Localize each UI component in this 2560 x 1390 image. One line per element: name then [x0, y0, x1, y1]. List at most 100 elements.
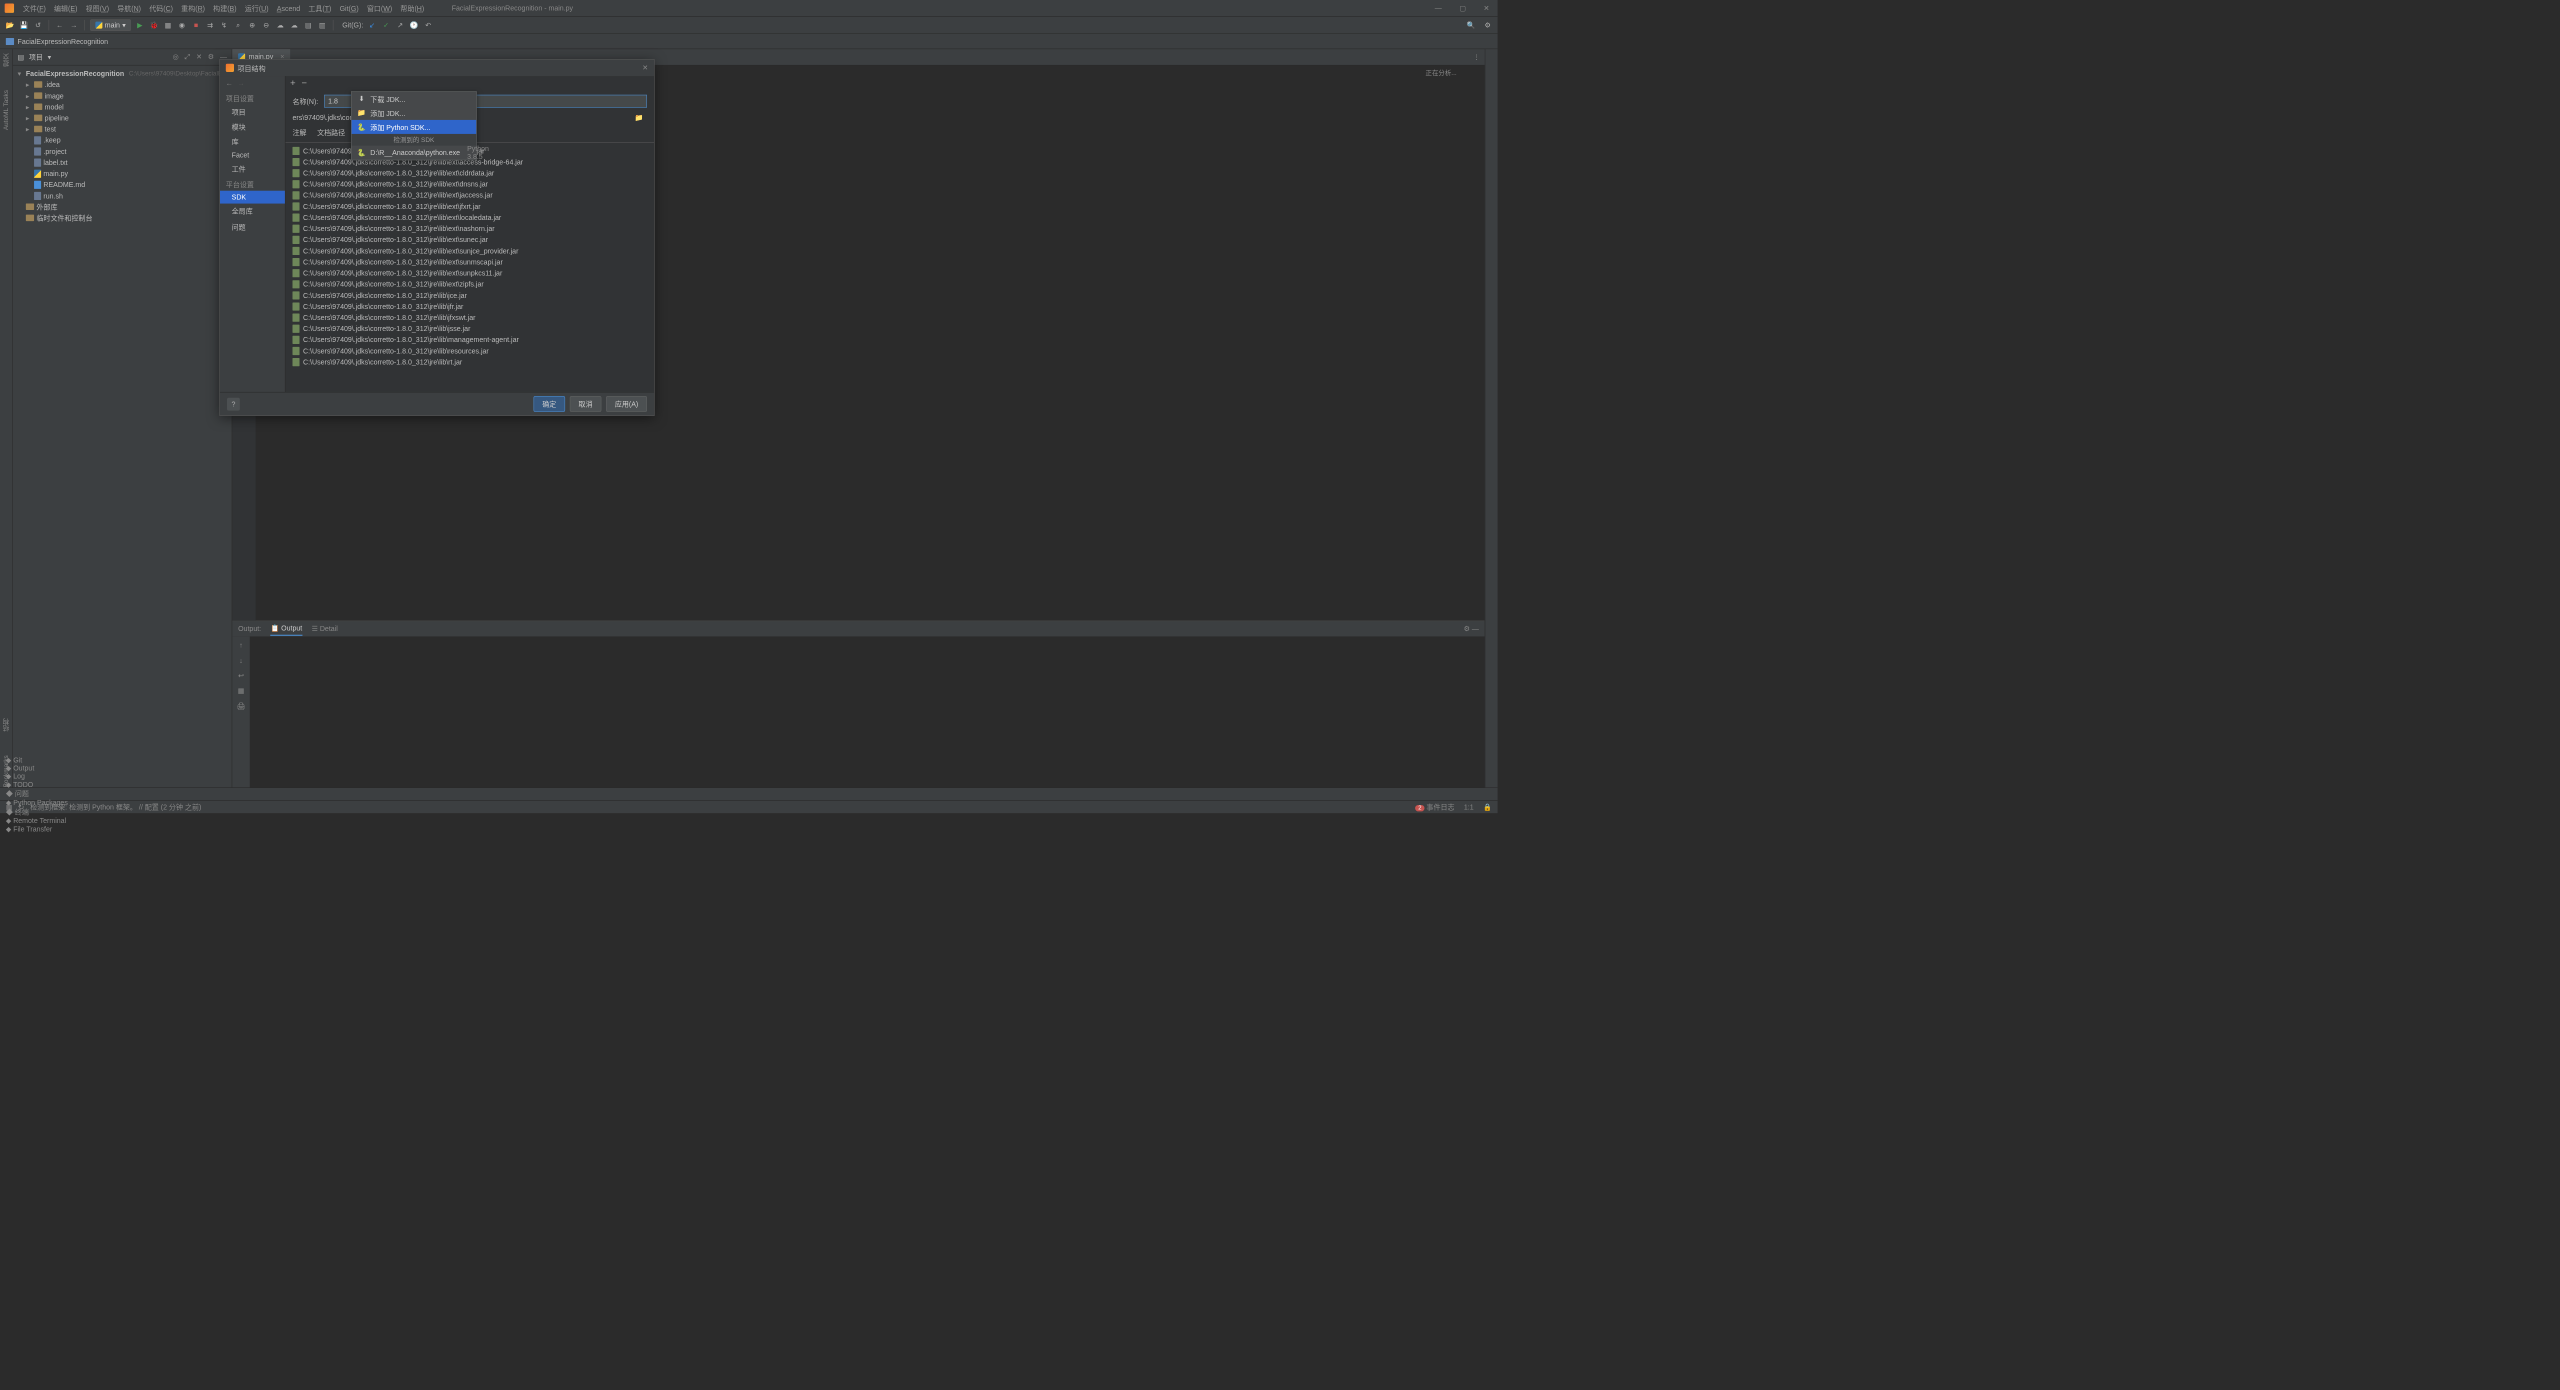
- detected-sdk-item[interactable]: 🐍 D:\R__Anaconda\python.exe Python 3.8.5: [352, 146, 477, 160]
- back-icon[interactable]: ←: [54, 20, 65, 31]
- tree-row[interactable]: ▸pipeline: [13, 112, 232, 123]
- print-icon[interactable]: 🖨: [237, 702, 246, 710]
- tb-icon-3[interactable]: ⌕: [233, 20, 244, 31]
- jar-row[interactable]: C:\Users\97409\.jdks\corretto-1.8.0_312\…: [293, 256, 648, 267]
- tool-windows-icon[interactable]: ▦: [6, 803, 13, 811]
- git-update-icon[interactable]: ↙: [367, 20, 378, 31]
- collapse-all-icon[interactable]: ✕: [196, 53, 202, 62]
- output-tab-detail[interactable]: ☰ Detail: [312, 622, 338, 635]
- help-icon[interactable]: ?: [227, 398, 240, 411]
- sidebar-item[interactable]: 项目: [220, 105, 285, 120]
- git-commit-icon[interactable]: ✓: [381, 20, 392, 31]
- jar-row[interactable]: C:\Users\97409\.jdks\corretto-1.8.0_312\…: [293, 345, 648, 356]
- gear-icon[interactable]: ⚙: [208, 53, 214, 62]
- tool-window-File Transfer[interactable]: ◆ File Transfer: [6, 825, 68, 833]
- bookmarks-tab[interactable]: Bookmarks: [3, 755, 10, 787]
- tb-icon-1[interactable]: ⇉: [205, 20, 216, 31]
- tab-docs[interactable]: 文档路径: [317, 128, 345, 140]
- editor-menu-icon[interactable]: ⋮: [1473, 53, 1480, 61]
- menu-Ascend[interactable]: Ascend: [273, 4, 305, 12]
- tree-row[interactable]: ▸model: [13, 101, 232, 112]
- tool-window-Log[interactable]: ◆ Log: [6, 772, 68, 780]
- tree-row[interactable]: .project: [13, 146, 232, 157]
- tb-icon-9[interactable]: ▥: [317, 20, 328, 31]
- menu-T[interactable]: 工具(T): [304, 4, 335, 12]
- stop-icon[interactable]: ■: [191, 20, 202, 31]
- close-icon[interactable]: ✕: [1480, 4, 1493, 12]
- tree-row[interactable]: main.py: [13, 168, 232, 179]
- tb-icon-4[interactable]: ⊕: [247, 20, 258, 31]
- filter-icon[interactable]: ▦: [238, 687, 245, 695]
- breadcrumb-path[interactable]: FacialExpressionRecognition: [18, 37, 109, 45]
- menu-F[interactable]: 文件(F): [19, 4, 50, 12]
- menu-G[interactable]: Git(G): [335, 4, 362, 12]
- automl-tab[interactable]: AutoML Tasks: [3, 90, 10, 130]
- ok-button[interactable]: 确定: [534, 396, 566, 412]
- gear-icon[interactable]: ⚙ —: [1464, 625, 1479, 633]
- lock-icon[interactable]: 🔒: [1483, 803, 1492, 811]
- tree-row[interactable]: README.md: [13, 179, 232, 190]
- git-push-icon[interactable]: ↗: [395, 20, 406, 31]
- tb-icon-5[interactable]: ⊖: [261, 20, 272, 31]
- tool-window-TODO[interactable]: ◆ TODO: [6, 780, 68, 788]
- jar-row[interactable]: C:\Users\97409\.jdks\corretto-1.8.0_312\…: [293, 167, 648, 178]
- menu-W[interactable]: 窗口(W): [363, 4, 397, 12]
- jar-row[interactable]: C:\Users\97409\.jdks\corretto-1.8.0_312\…: [293, 301, 648, 312]
- tree-row[interactable]: ▸test: [13, 123, 232, 134]
- browse-icon[interactable]: 📁: [635, 113, 644, 121]
- tree-row[interactable]: 外部库: [13, 201, 232, 212]
- menu-N[interactable]: 导航(N): [113, 4, 145, 12]
- add-sdk-icon[interactable]: +: [290, 78, 295, 89]
- expand-all-icon[interactable]: ⤢: [185, 53, 191, 62]
- run-icon[interactable]: ▶: [135, 20, 146, 31]
- project-header-label[interactable]: 项目: [29, 52, 43, 62]
- cursor-position[interactable]: 1:1: [1464, 803, 1474, 811]
- dropdown-item[interactable]: ⬇下载 JDK...: [352, 92, 477, 106]
- git-rollback-icon[interactable]: ↶: [423, 20, 434, 31]
- jar-row[interactable]: C:\Users\97409\.jdks\corretto-1.8.0_312\…: [293, 323, 648, 334]
- sidebar-item[interactable]: 库: [220, 134, 285, 149]
- status-message[interactable]: 检测到框架: 检测到 Python 框架。 // 配置 (2 分钟 之前): [30, 802, 201, 812]
- jar-row[interactable]: C:\Users\97409\.jdks\corretto-1.8.0_312\…: [293, 234, 648, 245]
- tree-row[interactable]: 临时文件和控制台: [13, 212, 232, 223]
- apply-button[interactable]: 应用(A): [606, 396, 647, 412]
- menu-V[interactable]: 视图(V): [82, 4, 114, 12]
- sidebar-item[interactable]: 工件: [220, 161, 285, 176]
- tb-icon-8[interactable]: ▤: [303, 20, 314, 31]
- locate-icon[interactable]: ◎: [173, 53, 179, 62]
- up-icon[interactable]: ↑: [239, 641, 243, 649]
- jar-row[interactable]: C:\Users\97409\.jdks\corretto-1.8.0_312\…: [293, 356, 648, 367]
- sidebar-item-全局库[interactable]: 全局库: [220, 204, 285, 219]
- remove-sdk-icon[interactable]: −: [301, 78, 306, 89]
- tab-annotations[interactable]: 注解: [293, 128, 307, 140]
- jar-row[interactable]: C:\Users\97409\.jdks\corretto-1.8.0_312\…: [293, 178, 648, 189]
- menu-B[interactable]: 构建(B): [209, 4, 241, 12]
- tree-row[interactable]: ▸.idea: [13, 79, 232, 90]
- tb-icon-7[interactable]: ☁: [289, 20, 300, 31]
- menu-U[interactable]: 运行(U): [241, 4, 273, 12]
- menu-H[interactable]: 帮助(H): [396, 4, 428, 12]
- jar-row[interactable]: C:\Users\97409\.jdks\corretto-1.8.0_312\…: [293, 190, 648, 201]
- tool-window-Remote Terminal[interactable]: ◆ Remote Terminal: [6, 816, 68, 824]
- save-all-icon[interactable]: 💾: [19, 20, 30, 31]
- jar-row[interactable]: C:\Users\97409\.jdks\corretto-1.8.0_312\…: [293, 334, 648, 345]
- minimize-icon[interactable]: —: [1431, 4, 1445, 12]
- output-tab-output[interactable]: 📋 Output: [270, 622, 302, 636]
- tree-row[interactable]: run.sh: [13, 190, 232, 201]
- debug-icon[interactable]: 🐞: [149, 20, 160, 31]
- settings-icon[interactable]: ⚙: [1482, 20, 1493, 31]
- event-log-label[interactable]: 事件日志: [1426, 803, 1454, 811]
- sidebar-item[interactable]: 模块: [220, 119, 285, 134]
- sidebar-item[interactable]: Facet: [220, 149, 285, 162]
- chevron-down-icon[interactable]: ▾: [48, 53, 52, 61]
- forward-icon[interactable]: →: [68, 20, 79, 31]
- cancel-button[interactable]: 取消: [570, 396, 602, 412]
- profile-icon[interactable]: ◉: [177, 20, 188, 31]
- sync-icon[interactable]: ↺: [33, 20, 44, 31]
- section-problems[interactable]: 问题: [220, 218, 285, 233]
- run-config-selector[interactable]: main ▾: [90, 19, 131, 31]
- git-history-icon[interactable]: 🕐: [409, 20, 420, 31]
- forward-icon[interactable]: →: [238, 79, 245, 87]
- tree-row[interactable]: label.txt: [13, 157, 232, 168]
- jar-row[interactable]: C:\Users\97409\.jdks\corretto-1.8.0_312\…: [293, 223, 648, 234]
